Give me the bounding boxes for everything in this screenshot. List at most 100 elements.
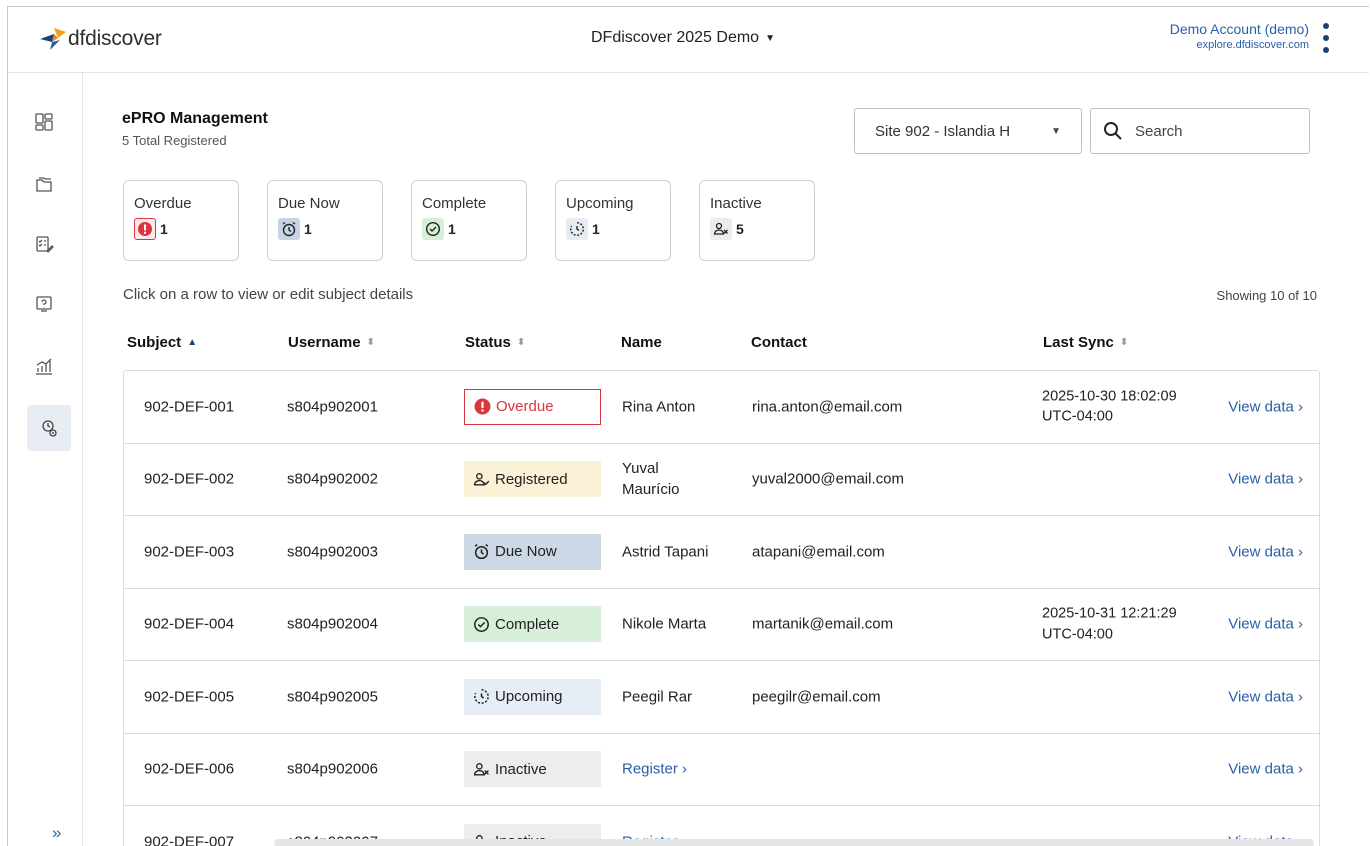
card-due-now[interactable]: Due Now 1	[267, 180, 383, 261]
view-data-link[interactable]: View data ›	[1228, 761, 1303, 778]
account-info[interactable]: Demo Account (demo) explore.dfdiscover.c…	[1170, 21, 1309, 51]
site-select-value: Site 902 - Islandia H	[875, 122, 1011, 140]
caret-down-icon: ▼	[765, 32, 775, 44]
column-label: Status	[465, 334, 511, 351]
name-line: Nikole Marta	[622, 615, 707, 633]
sort-icon: ⬍	[516, 337, 526, 348]
status-badge: Due Now	[464, 533, 601, 570]
subject-id: 902-DEF-007	[144, 833, 235, 846]
contact-email: yuval2000@email.com	[752, 470, 904, 488]
subject-name: Nikole Marta	[622, 614, 706, 635]
subject-name: Rina Anton	[622, 396, 695, 417]
card-count: 1	[592, 221, 600, 237]
username: s804p902004	[287, 615, 378, 633]
reports-chart-icon[interactable]	[29, 351, 59, 381]
dashboard-icon[interactable]	[29, 107, 59, 137]
folders-icon[interactable]	[29, 169, 59, 199]
name-line: Yuval	[622, 460, 659, 478]
account-name: Demo Account (demo)	[1169, 21, 1309, 37]
subject-id: 902-DEF-002	[144, 470, 235, 488]
column-label: Subject	[127, 334, 182, 351]
status-badge: Complete	[464, 606, 601, 643]
table-row[interactable]: 902-DEF-003 s804p902003 Due Now Astrid T…	[124, 516, 1319, 589]
upcoming-clock-icon	[566, 218, 588, 240]
table-row[interactable]: 902-DEF-004 s804p902004 Complete Nikole …	[124, 589, 1319, 661]
card-upcoming[interactable]: Upcoming 1	[555, 180, 671, 261]
status-label: Due Now	[495, 543, 557, 561]
table-row[interactable]: 902-DEF-002 s804p902002 Registered Yuval…	[124, 444, 1319, 516]
search-box[interactable]	[1090, 108, 1310, 154]
username: s804p902002	[287, 470, 378, 488]
subject-id: 902-DEF-005	[144, 688, 235, 706]
view-data-link[interactable]: View data ›	[1228, 616, 1303, 633]
caret-down-icon: ▼	[1051, 126, 1061, 137]
card-count: 1	[448, 221, 456, 237]
logo[interactable]: dfdiscover	[40, 27, 162, 51]
name-line: Rina Anton	[622, 398, 696, 416]
subject-name: Peegil Rar	[622, 686, 692, 707]
column-header-username[interactable]: Username ⬍	[288, 334, 375, 351]
column-label: Last Sync	[1043, 334, 1114, 351]
showing-count: Showing 10 of 10	[1216, 288, 1317, 303]
last-sync: 2025-10-30 18:02:09 UTC-04:00	[1042, 386, 1177, 427]
logo-mark-icon	[40, 28, 66, 50]
query-icon[interactable]	[29, 289, 59, 319]
card-count: 1	[160, 221, 168, 237]
card-count: 5	[736, 221, 744, 237]
column-header-status[interactable]: Status ⬍	[465, 334, 525, 351]
status-label: Overdue	[496, 398, 554, 416]
view-data-link[interactable]: View data ›	[1228, 471, 1303, 488]
column-label: Name	[621, 334, 662, 351]
view-data-link[interactable]: View data ›	[1228, 398, 1303, 415]
status-label: Upcoming	[495, 688, 563, 706]
main-content: ePRO Management 5 Total Registered Site …	[84, 73, 1369, 846]
sync-timezone: UTC-04:00	[1042, 626, 1113, 643]
checklist-edit-icon[interactable]	[29, 229, 59, 259]
card-inactive[interactable]: Inactive 5	[699, 180, 815, 261]
study-name: DFdiscover 2025 Demo	[591, 29, 760, 46]
table-row[interactable]: 902-DEF-001 s804p902001 Overdue Rina Ant…	[124, 371, 1319, 444]
sync-datetime: 2025-10-30 18:02:09	[1042, 388, 1177, 405]
check-circle-icon	[422, 218, 444, 240]
contact-email: peegilr@email.com	[752, 688, 881, 706]
epro-icon[interactable]	[27, 405, 71, 451]
expand-sidebar-icon[interactable]: »	[52, 823, 61, 843]
subject-name: Yuval Maurício	[622, 458, 680, 500]
table-row[interactable]: 902-DEF-005 s804p902005 Upcoming Peegil …	[124, 661, 1319, 734]
table-header: Subject ▲ Username ⬍ Status ⬍ Name Conta…	[123, 330, 1320, 366]
column-header-subject[interactable]: Subject ▲	[127, 334, 197, 351]
name-line: Peegil Rar	[622, 688, 693, 706]
status-badge: Registered	[464, 461, 601, 498]
check-circle-icon	[474, 616, 489, 632]
subjects-table: 902-DEF-001 s804p902001 Overdue Rina Ant…	[123, 370, 1320, 846]
user-x-icon	[710, 218, 732, 240]
account-host: explore.dfdiscover.com	[1196, 39, 1310, 51]
page-title: ePRO Management	[122, 110, 268, 127]
site-select[interactable]: Site 902 - Islandia H ▼	[854, 108, 1082, 154]
alarm-clock-icon	[474, 544, 489, 560]
status-label: Inactive	[495, 760, 547, 778]
study-selector[interactable]: DFdiscover 2025 Demo ▼	[591, 29, 775, 47]
subject-id: 902-DEF-001	[144, 398, 235, 416]
view-data-link[interactable]: View data ›	[1228, 688, 1303, 705]
register-link[interactable]: Register ›	[622, 759, 687, 780]
name-line: Astrid Tapani	[622, 543, 709, 561]
name-line: Maurício	[622, 481, 680, 499]
card-label: Complete	[422, 195, 487, 212]
card-label: Upcoming	[566, 195, 634, 212]
horizontal-scrollbar[interactable]	[274, 839, 1314, 846]
card-complete[interactable]: Complete 1	[411, 180, 527, 261]
card-overdue[interactable]: Overdue 1	[123, 180, 239, 261]
top-header: dfdiscover DFdiscover 2025 Demo ▼ Demo A…	[8, 7, 1369, 73]
status-badge: Upcoming	[464, 678, 601, 715]
subject-id: 902-DEF-006	[144, 760, 235, 778]
search-input[interactable]	[1135, 122, 1285, 140]
table-row[interactable]: 902-DEF-006 s804p902006 Inactive Registe…	[124, 734, 1319, 806]
subject-name: Astrid Tapani	[622, 541, 708, 562]
kebab-menu-icon[interactable]	[1321, 23, 1331, 53]
contact-email: rina.anton@email.com	[752, 398, 903, 416]
alert-icon	[474, 398, 491, 415]
page-subtitle: 5 Total Registered	[122, 133, 227, 148]
column-header-last-sync[interactable]: Last Sync ⬍	[1043, 334, 1128, 351]
view-data-link[interactable]: View data ›	[1228, 543, 1303, 560]
